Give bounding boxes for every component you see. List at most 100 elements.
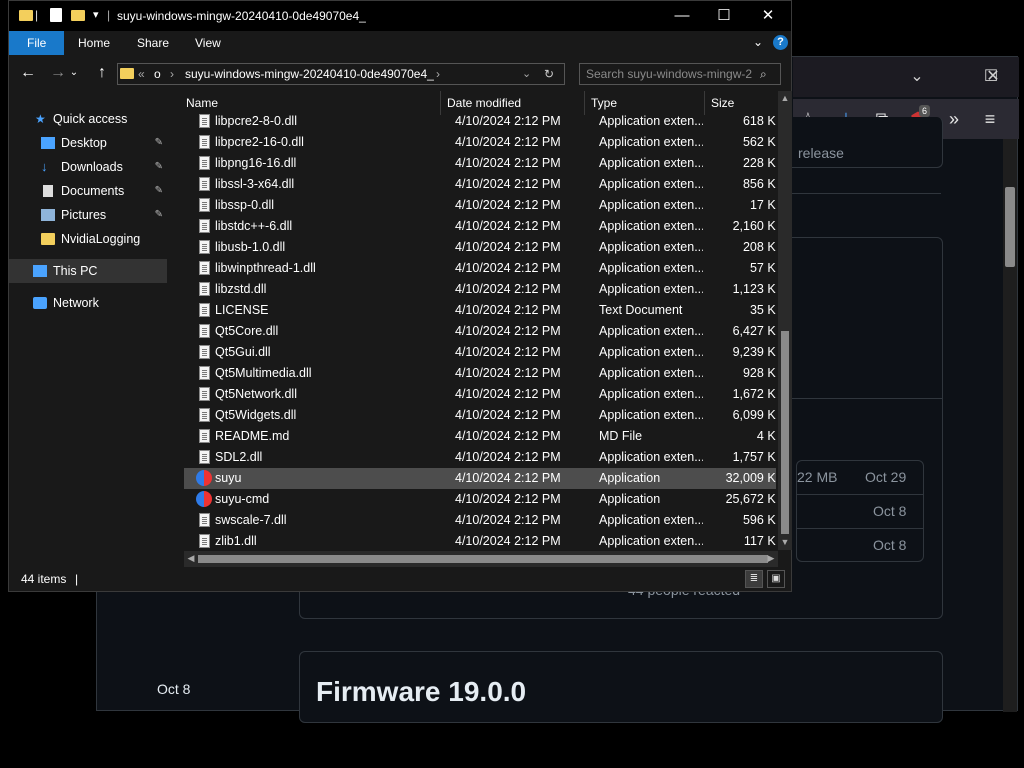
browser-close-button[interactable]: ✕ xyxy=(973,57,1013,97)
file-type: Application exten... xyxy=(599,345,703,359)
scroll-up-icon[interactable]: ▲ xyxy=(778,93,792,103)
file-name: libssl-3-x64.dll xyxy=(215,177,295,191)
file-size: 596 KB xyxy=(742,513,776,527)
file-row[interactable]: LICENSE 4/10/2024 2:12 PM Text Document 35 … xyxy=(184,300,776,321)
expand-ribbon-icon[interactable]: ⌄ xyxy=(753,35,763,49)
dll-file-icon xyxy=(199,240,210,254)
file-type: Application exten... xyxy=(599,408,703,422)
customize-toolbar-icon[interactable]: ▾ xyxy=(93,8,99,21)
horizontal-scrollbar[interactable]: ◀ ▶ xyxy=(184,551,778,567)
new-folder-icon[interactable] xyxy=(71,10,85,21)
address-bar[interactable]: « o › suyu-windows-mingw-20240410-0de490… xyxy=(117,63,565,85)
file-row[interactable]: README.md 4/10/2024 2:12 PM MD File 4 KB xyxy=(184,426,776,447)
asset-row[interactable]: Oct 8 xyxy=(797,528,923,561)
help-icon[interactable]: ? xyxy=(773,35,788,50)
tab-file[interactable]: File xyxy=(9,31,65,55)
properties-icon[interactable] xyxy=(50,8,62,22)
scroll-left-icon[interactable]: ◀ xyxy=(184,553,198,564)
file-row[interactable]: libpcre2-16-0.dll 4/10/2024 2:12 PM Applic… xyxy=(184,132,776,153)
details-view-icon[interactable]: ≣ xyxy=(745,570,763,588)
browser-scroll-thumb[interactable] xyxy=(1005,187,1015,267)
file-name: libpcre2-16-0.dll xyxy=(215,135,304,149)
quick-access-toolbar-separator: | xyxy=(35,8,39,22)
file-type: Application exten... xyxy=(599,156,703,170)
large-icons-view-icon[interactable]: ▣ xyxy=(767,570,785,588)
release-title[interactable]: Firmware 19.0.0 xyxy=(316,676,526,708)
maximize-button[interactable]: ☐ xyxy=(701,1,747,31)
nav-item-nvidialogging[interactable]: NvidiaLogging xyxy=(9,227,167,251)
nav-item-pictures[interactable]: Pictures ✎ xyxy=(9,203,167,227)
breadcrumb-drive[interactable]: o xyxy=(154,64,161,84)
file-row[interactable]: libpcre2-8-0.dll 4/10/2024 2:12 PM Applica… xyxy=(184,111,776,132)
horizontal-scroll-thumb[interactable] xyxy=(198,555,768,563)
dll-file-icon xyxy=(199,282,210,296)
breadcrumb-separator[interactable]: › xyxy=(170,64,174,84)
search-input[interactable]: Search suyu-windows-mingw-20240410-0de49… xyxy=(579,63,781,85)
nav-item-documents[interactable]: Documents ✎ xyxy=(9,179,167,203)
file-row[interactable]: Qt5Network.dll 4/10/2024 2:12 PM Applicati… xyxy=(184,384,776,405)
asset-row[interactable]: Oct 8 xyxy=(797,494,923,528)
file-date-modified: 4/10/2024 2:12 PM xyxy=(455,156,561,170)
file-row[interactable]: libpng16-16.dll 4/10/2024 2:12 PM Applicat… xyxy=(184,153,776,174)
file-row[interactable]: Qt5Widgets.dll 4/10/2024 2:12 PM Applicati… xyxy=(184,405,776,426)
file-row[interactable]: Qt5Core.dll 4/10/2024 2:12 PM Application … xyxy=(184,321,776,342)
nav-label: This PC xyxy=(53,264,98,278)
file-row[interactable]: zlib1.dll 4/10/2024 2:12 PM Application ex… xyxy=(184,531,776,550)
file-row[interactable]: libstdc++-6.dll 4/10/2024 2:12 PM Applicat… xyxy=(184,216,776,237)
tab-view[interactable]: View xyxy=(180,31,236,55)
file-row[interactable]: libssl-3-x64.dll 4/10/2024 2:12 PM Applica… xyxy=(184,174,776,195)
breadcrumb-overflow[interactable]: « xyxy=(138,64,145,84)
minimize-button[interactable]: — xyxy=(659,1,705,31)
up-button[interactable]: ↑ xyxy=(89,55,115,91)
nav-item-downloads[interactable]: ↓ Downloads ✎ xyxy=(9,155,167,179)
file-row[interactable]: libssp-0.dll 4/10/2024 2:12 PM Application… xyxy=(184,195,776,216)
nav-item-quick-access[interactable]: ★ Quick access xyxy=(9,107,167,131)
dll-file-icon xyxy=(199,387,210,401)
file-row[interactable]: swscale-7.dll 4/10/2024 2:12 PM Applicatio… xyxy=(184,510,776,531)
file-type: MD File xyxy=(599,429,643,443)
file-size: 618 KB xyxy=(742,114,776,128)
scroll-right-icon[interactable]: ▶ xyxy=(764,553,778,564)
file-row[interactable]: Qt5Multimedia.dll 4/10/2024 2:12 PM Applic… xyxy=(184,363,776,384)
vertical-scrollbar[interactable]: ▲ ▼ xyxy=(778,91,792,550)
file-name: Qt5Widgets.dll xyxy=(215,408,297,422)
address-dropdown-icon[interactable]: ⌄ xyxy=(522,64,531,84)
file-row[interactable]: libzstd.dll 4/10/2024 2:12 PM Application … xyxy=(184,279,776,300)
breadcrumb-separator[interactable]: › xyxy=(436,64,440,84)
file-row[interactable]: libusb-1.0.dll 4/10/2024 2:12 PM Applicati… xyxy=(184,237,776,258)
file-row[interactable]: libwinpthread-1.dll 4/10/2024 2:12 PM Appl… xyxy=(184,258,776,279)
file-type: Application exten... xyxy=(599,219,703,233)
file-row[interactable]: suyu 4/10/2024 2:12 PM Application 32,009 K… xyxy=(184,468,776,489)
file-row[interactable]: suyu-cmd 4/10/2024 2:12 PM Application 25,6… xyxy=(184,489,776,510)
file-size: 2,160 KB xyxy=(732,219,776,233)
file-size: 4 KB xyxy=(756,429,776,443)
star-icon: ★ xyxy=(35,112,46,126)
menu-icon[interactable]: ≡ xyxy=(975,99,1005,139)
refresh-icon[interactable]: ↻ xyxy=(544,64,554,84)
browser-scrollbar[interactable] xyxy=(1003,139,1017,712)
back-button[interactable]: ← xyxy=(15,55,41,91)
download-icon: ↓ xyxy=(41,159,48,174)
overflow-icon[interactable]: » xyxy=(939,99,969,139)
dll-file-icon xyxy=(199,324,210,338)
vertical-scroll-thumb[interactable] xyxy=(781,331,789,534)
tab-home[interactable]: Home xyxy=(63,31,125,55)
browser-tabs-chevron-icon[interactable]: ⌄ xyxy=(897,57,937,97)
nav-item-this-pc[interactable]: This PC xyxy=(9,259,167,283)
file-date-modified: 4/10/2024 2:12 PM xyxy=(455,429,561,443)
close-button[interactable]: ✕ xyxy=(745,1,791,31)
tab-share[interactable]: Share xyxy=(122,31,184,55)
assets-list: 22 MB Oct 29 Oct 8 Oct 8 xyxy=(796,460,924,562)
asset-row[interactable]: 22 MB Oct 29 xyxy=(797,461,923,494)
scroll-down-icon[interactable]: ▼ xyxy=(778,537,792,547)
file-name: Qt5Gui.dll xyxy=(215,345,271,359)
search-icon[interactable]: ⌕ xyxy=(760,64,767,84)
recent-locations-icon[interactable]: ⌄ xyxy=(61,55,87,91)
file-row[interactable]: Qt5Gui.dll 4/10/2024 2:12 PM Application e… xyxy=(184,342,776,363)
breadcrumb-current[interactable]: suyu-windows-mingw-20240410-0de49070e4_ xyxy=(185,64,434,84)
nav-item-network[interactable]: Network xyxy=(9,291,167,315)
file-row[interactable]: SDL2.dll 4/10/2024 2:12 PM Application ext… xyxy=(184,447,776,468)
nav-label: Network xyxy=(53,296,99,310)
file-type: Application exten... xyxy=(599,261,703,275)
nav-item-desktop[interactable]: Desktop ✎ xyxy=(9,131,167,155)
